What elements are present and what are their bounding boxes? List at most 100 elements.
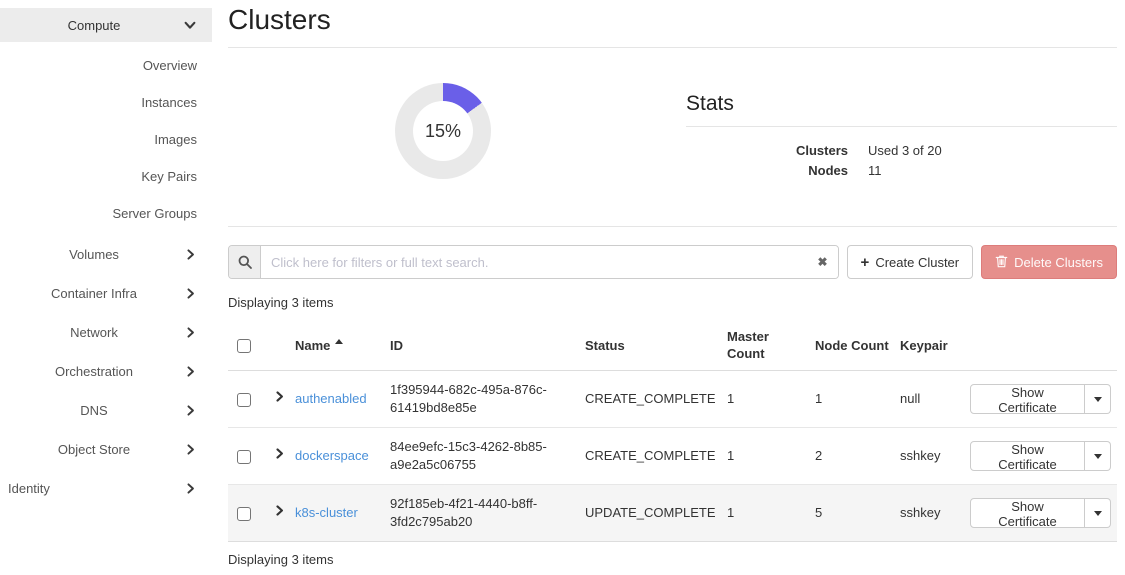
page-title: Clusters — [228, 4, 1117, 36]
clear-search-icon[interactable]: ✖ — [808, 246, 838, 278]
stats-title: Stats — [686, 92, 1117, 116]
row-actions-cell: Show Certificate — [965, 485, 1117, 542]
sidebar-group-dns[interactable]: DNS — [0, 391, 212, 430]
sidebar-group-network[interactable]: Network — [0, 313, 212, 352]
expand-row-icon[interactable] — [273, 504, 286, 522]
expand-row-icon[interactable] — [273, 390, 286, 408]
chevron-right-icon — [184, 365, 197, 378]
chevron-right-icon — [184, 404, 197, 417]
sidebar-group-container-infra-label: Container Infra — [51, 286, 137, 301]
show-certificate-button[interactable]: Show Certificate — [970, 384, 1085, 414]
row-checkbox[interactable] — [237, 507, 251, 521]
sidebar-groups: Volumes Container Infra Network Orchestr… — [0, 235, 212, 469]
column-header-name-label: Name — [295, 338, 330, 353]
table-row: authenabled 1f395944-682c-495a-876c-6141… — [228, 371, 1117, 428]
expand-row-icon[interactable] — [273, 447, 286, 465]
row-actions-cell: Show Certificate — [965, 371, 1117, 428]
sort-asc-icon — [335, 339, 343, 344]
chevron-down-icon — [183, 18, 197, 32]
column-header-name[interactable]: Name — [290, 320, 385, 371]
cluster-name-cell: dockerspace — [290, 428, 385, 485]
cluster-name-link[interactable]: k8s-cluster — [295, 505, 358, 520]
cluster-keypair-cell: sshkey — [895, 428, 965, 485]
cluster-name-cell: k8s-cluster — [290, 485, 385, 542]
app-window: Compute Overview Instances Images Key Pa… — [0, 0, 1125, 567]
action-button-group: Show Certificate — [970, 384, 1111, 414]
row-expand-cell — [268, 485, 290, 542]
sidebar-item-instances[interactable]: Instances — [0, 84, 212, 121]
show-certificate-button[interactable]: Show Certificate — [970, 498, 1085, 528]
column-header-keypair[interactable]: Keypair — [895, 320, 965, 371]
chevron-right-icon — [184, 248, 197, 261]
toolbar: ✖ + Create Cluster Delete Clusters — [228, 245, 1117, 279]
caret-down-icon — [1094, 454, 1102, 459]
cluster-node-count-cell: 5 — [810, 485, 895, 542]
search-icon[interactable] — [229, 246, 261, 278]
chevron-right-icon — [184, 482, 197, 495]
stat-row-nodes: Nodes 11 — [686, 161, 1117, 181]
row-select-cell — [228, 428, 268, 485]
cluster-status-cell: UPDATE_COMPLETE — [580, 485, 722, 542]
chevron-right-icon — [184, 287, 197, 300]
usage-section: 15% Stats Clusters Used 3 of 20 Nodes 11 — [228, 48, 1117, 226]
row-checkbox[interactable] — [237, 393, 251, 407]
actions-dropdown-button[interactable] — [1085, 384, 1111, 414]
plus-icon: + — [861, 255, 870, 270]
cluster-node-count-cell: 1 — [810, 371, 895, 428]
main-content: Clusters 15% Stats Clusters Used 3 of 20 — [212, 0, 1125, 567]
row-expand-cell — [268, 428, 290, 485]
cluster-status-cell: CREATE_COMPLETE — [580, 371, 722, 428]
trash-icon — [995, 254, 1008, 271]
sidebar-item-overview[interactable]: Overview — [0, 47, 212, 84]
sidebar-group-volumes-label: Volumes — [69, 247, 119, 262]
sidebar-group-identity[interactable]: Identity — [0, 469, 212, 508]
usage-percent-text: 15% — [425, 121, 461, 142]
cluster-keypair-cell: null — [895, 371, 965, 428]
actions-dropdown-button[interactable] — [1085, 441, 1111, 471]
show-certificate-button[interactable]: Show Certificate — [970, 441, 1085, 471]
search-input[interactable] — [261, 246, 808, 278]
usage-donut: 15% — [395, 83, 491, 179]
column-header-status[interactable]: Status — [580, 320, 722, 371]
sidebar-group-object-store[interactable]: Object Store — [0, 430, 212, 469]
expand-column-header — [268, 320, 290, 371]
delete-clusters-label: Delete Clusters — [1014, 255, 1103, 270]
stat-value-nodes: 11 — [868, 161, 882, 181]
usage-donut-label: 15% — [413, 101, 473, 161]
column-header-actions — [965, 320, 1117, 371]
chevron-right-icon — [184, 443, 197, 456]
cluster-name-cell: authenabled — [290, 371, 385, 428]
sidebar-group-container-infra[interactable]: Container Infra — [0, 274, 212, 313]
sidebar-group-orchestration-label: Orchestration — [55, 364, 133, 379]
column-header-id[interactable]: ID — [385, 320, 580, 371]
divider — [686, 126, 1117, 127]
sidebar-item-key-pairs[interactable]: Key Pairs — [0, 158, 212, 195]
sidebar-group-volumes[interactable]: Volumes — [0, 235, 212, 274]
column-header-node-count[interactable]: Node Count — [810, 320, 895, 371]
cluster-id-cell: 1f395944-682c-495a-876c-61419bd8e85e — [385, 371, 580, 428]
clusters-table: Name ID Status Master Count Node Count K… — [228, 320, 1117, 542]
stats-column: Stats Clusters Used 3 of 20 Nodes 11 — [686, 48, 1117, 226]
sidebar-group-dns-label: DNS — [80, 403, 107, 418]
sidebar-group-orchestration[interactable]: Orchestration — [0, 352, 212, 391]
create-cluster-button[interactable]: + Create Cluster — [847, 245, 974, 279]
sidebar-group-compute[interactable]: Compute — [0, 8, 212, 42]
cluster-master-count-cell: 1 — [722, 485, 810, 542]
row-checkbox[interactable] — [237, 450, 251, 464]
delete-clusters-button[interactable]: Delete Clusters — [981, 245, 1117, 279]
sidebar-item-server-groups[interactable]: Server Groups — [0, 195, 212, 232]
cluster-name-link[interactable]: dockerspace — [295, 448, 369, 463]
table-header-row: Name ID Status Master Count Node Count K… — [228, 320, 1117, 371]
column-header-master-count[interactable]: Master Count — [722, 320, 810, 371]
cluster-id-cell: 92f185eb-4f21-4440-b8ff-3fd2c795ab20 — [385, 485, 580, 542]
displaying-count-top: Displaying 3 items — [228, 295, 1117, 310]
sidebar-item-images[interactable]: Images — [0, 121, 212, 158]
cluster-master-count-cell: 1 — [722, 428, 810, 485]
stat-label-clusters: Clusters — [686, 141, 848, 161]
cluster-status-cell: CREATE_COMPLETE — [580, 428, 722, 485]
cluster-name-link[interactable]: authenabled — [295, 391, 367, 406]
stat-label-nodes: Nodes — [686, 161, 848, 181]
actions-dropdown-button[interactable] — [1085, 498, 1111, 528]
select-all-checkbox[interactable] — [237, 339, 251, 353]
row-select-cell — [228, 371, 268, 428]
